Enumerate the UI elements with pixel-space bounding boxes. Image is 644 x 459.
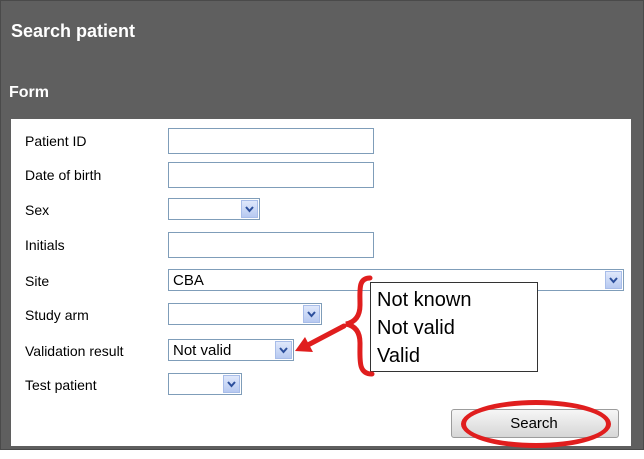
patient-id-input[interactable] — [168, 128, 374, 154]
validation-result-row: Validation result Not valid — [11, 338, 631, 364]
initials-label: Initials — [25, 237, 65, 253]
chevron-down-icon[interactable] — [223, 375, 240, 393]
option-not-known: Not known — [377, 289, 472, 311]
site-row: Site CBA — [11, 268, 631, 294]
study-arm-row: Study arm — [11, 302, 631, 328]
option-valid: Valid — [377, 345, 420, 367]
chevron-down-icon[interactable] — [275, 341, 292, 359]
patient-id-label: Patient ID — [25, 133, 87, 149]
test-patient-select[interactable] — [168, 373, 242, 395]
test-patient-row: Test patient — [11, 372, 631, 398]
search-form: Patient ID Date of birth Sex Initials Si… — [11, 119, 631, 446]
chevron-down-icon[interactable] — [241, 200, 258, 218]
sex-row: Sex — [11, 197, 631, 223]
date-of-birth-input[interactable] — [168, 162, 374, 188]
sex-label: Sex — [25, 202, 50, 218]
search-patient-panel: Search patient Form Patient ID Date of b… — [0, 0, 644, 450]
search-button[interactable]: Search — [451, 409, 619, 438]
chevron-down-icon[interactable] — [303, 305, 320, 323]
initials-row: Initials — [11, 232, 631, 258]
validation-result-select[interactable]: Not valid — [168, 339, 294, 361]
option-not-valid: Not valid — [377, 317, 455, 339]
chevron-down-icon[interactable] — [605, 271, 622, 289]
patient-id-row: Patient ID — [11, 128, 631, 154]
validation-result-select-value: Not valid — [173, 341, 232, 359]
test-patient-label: Test patient — [25, 377, 97, 393]
form-section-title: Form — [9, 84, 49, 101]
date-of-birth-label: Date of birth — [25, 167, 102, 183]
validation-result-label: Validation result — [25, 343, 124, 359]
page-title: Search patient — [11, 21, 136, 41]
study-arm-select[interactable] — [168, 303, 322, 325]
sex-select[interactable] — [168, 198, 260, 220]
initials-input[interactable] — [168, 232, 374, 258]
study-arm-label: Study arm — [25, 307, 89, 323]
site-label: Site — [25, 273, 50, 289]
validation-options-callout: Not known Not valid Valid — [370, 282, 538, 372]
date-of-birth-row: Date of birth — [11, 162, 631, 188]
